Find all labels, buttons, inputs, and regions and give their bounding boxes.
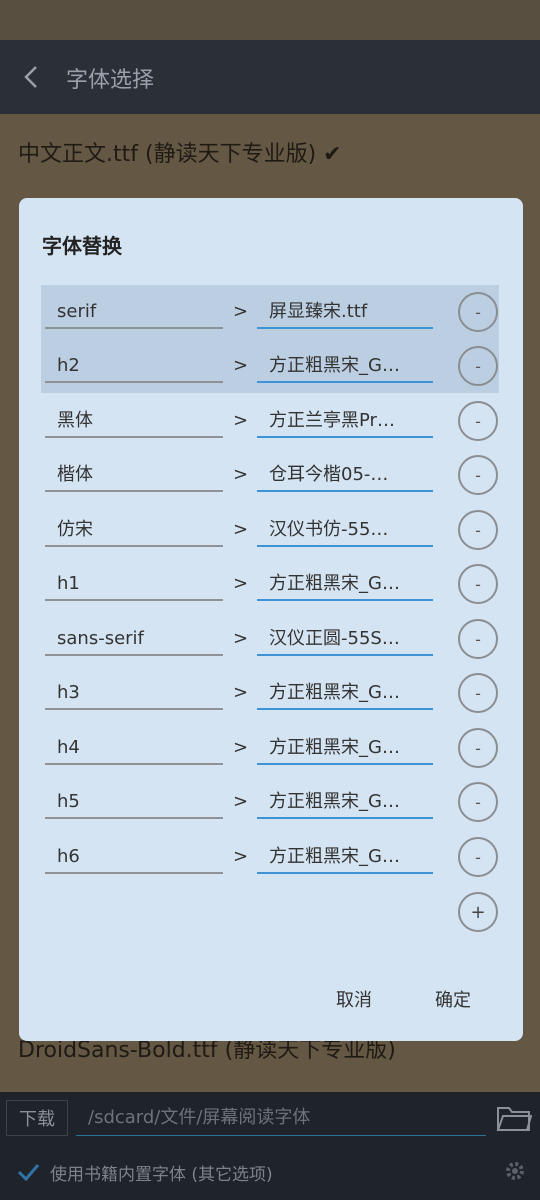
arrow-label: > [233, 355, 249, 376]
target-font-field[interactable]: 方正粗黑宋_G… [257, 676, 433, 710]
remove-row-button[interactable]: - [458, 401, 498, 441]
arrow-label: > [233, 628, 249, 649]
arrow-label: > [233, 846, 249, 867]
app-bar: 字体选择 [0, 40, 540, 114]
remove-row-button[interactable]: - [458, 292, 498, 332]
add-row-button[interactable]: + [458, 892, 498, 932]
replace-row[interactable]: 黑体 > 方正兰亭黑Pr… - [41, 394, 499, 448]
replace-row[interactable]: h1 > 方正粗黑宋_G… - [41, 557, 499, 611]
font-path-input[interactable]: /sdcard/文件/屏幕阅读字体 [76, 1100, 486, 1136]
download-button[interactable]: 下载 [6, 1100, 68, 1136]
source-font-field[interactable]: h5 [45, 785, 223, 819]
source-font-field[interactable]: h2 [45, 349, 223, 383]
target-font-field[interactable]: 方正兰亭黑Pr… [257, 404, 433, 438]
page-title: 字体选择 [66, 68, 155, 93]
ok-button[interactable]: 确定 [435, 986, 471, 1012]
remove-row-button[interactable]: - [458, 455, 498, 495]
target-font-field[interactable]: 屏显臻宋.ttf [257, 295, 433, 329]
replace-row[interactable]: h5 > 方正粗黑宋_G… - [41, 775, 499, 829]
replace-row[interactable]: 仿宋 > 汉仪书仿-55… - [41, 503, 499, 557]
arrow-label: > [233, 301, 249, 322]
checkbox-checked-icon[interactable] [16, 1160, 40, 1184]
folder-icon[interactable] [496, 1102, 532, 1134]
replace-row[interactable]: h2 > 方正粗黑宋_G… - [41, 339, 499, 393]
replace-row[interactable]: h3 > 方正粗黑宋_G… - [41, 666, 499, 720]
cancel-button[interactable]: 取消 [336, 986, 372, 1012]
source-font-field[interactable]: 黑体 [45, 404, 223, 438]
source-font-field[interactable]: h3 [45, 676, 223, 710]
target-font-field[interactable]: 汉仪正圆-55S… [257, 622, 433, 656]
remove-row-button[interactable]: - [458, 346, 498, 386]
remove-row-button[interactable]: - [458, 837, 498, 877]
status-bar [0, 0, 540, 40]
font-list-item[interactable]: 中文正文.ttf (静读天下专业版) ✔ [18, 136, 342, 168]
target-font-field[interactable]: 方正粗黑宋_G… [257, 567, 433, 601]
replace-row[interactable]: sans-serif > 汉仪正圆-55S… - [41, 612, 499, 666]
arrow-label: > [233, 682, 249, 703]
font-replace-dialog: 字体替换 serif > 屏显臻宋.ttf - h2 > 方正粗黑宋_G… - … [19, 198, 523, 1041]
arrow-label: > [233, 737, 249, 758]
arrow-label: > [233, 464, 249, 485]
arrow-label: > [233, 791, 249, 812]
remove-row-button[interactable]: - [458, 510, 498, 550]
target-font-field[interactable]: 仓耳今楷05-… [257, 458, 433, 492]
arrow-label: > [233, 410, 249, 431]
source-font-field[interactable]: 仿宋 [45, 513, 223, 547]
remove-row-button[interactable]: - [458, 728, 498, 768]
use-builtin-font-label: 使用书籍内置字体 (其它选项) [50, 1165, 273, 1185]
target-font-field[interactable]: 方正粗黑宋_G… [257, 349, 433, 383]
replace-row[interactable]: serif > 屏显臻宋.ttf - [41, 285, 499, 339]
source-font-field[interactable]: serif [45, 295, 223, 329]
target-font-field[interactable]: 方正粗黑宋_G… [257, 785, 433, 819]
target-font-field[interactable]: 方正粗黑宋_G… [257, 731, 433, 765]
remove-row-button[interactable]: - [458, 782, 498, 822]
target-font-field[interactable]: 方正粗黑宋_G… [257, 840, 433, 874]
replace-row[interactable]: h4 > 方正粗黑宋_G… - [41, 721, 499, 775]
source-font-field[interactable]: 楷体 [45, 458, 223, 492]
target-font-field[interactable]: 汉仪书仿-55… [257, 513, 433, 547]
gear-icon[interactable] [504, 1160, 526, 1182]
replace-row[interactable]: h6 > 方正粗黑宋_G… - [41, 830, 499, 884]
arrow-label: > [233, 519, 249, 540]
remove-row-button[interactable]: - [458, 673, 498, 713]
arrow-label: > [233, 573, 249, 594]
source-font-field[interactable]: h4 [45, 731, 223, 765]
remove-row-button[interactable]: - [458, 564, 498, 604]
replace-row[interactable]: 楷体 > 仓耳今楷05-… - [41, 448, 499, 502]
source-font-field[interactable]: sans-serif [45, 622, 223, 656]
dialog-title: 字体替换 [42, 234, 122, 258]
source-font-field[interactable]: h1 [45, 567, 223, 601]
back-arrow-icon[interactable] [18, 62, 48, 92]
source-font-field[interactable]: h6 [45, 840, 223, 874]
remove-row-button[interactable]: - [458, 619, 498, 659]
